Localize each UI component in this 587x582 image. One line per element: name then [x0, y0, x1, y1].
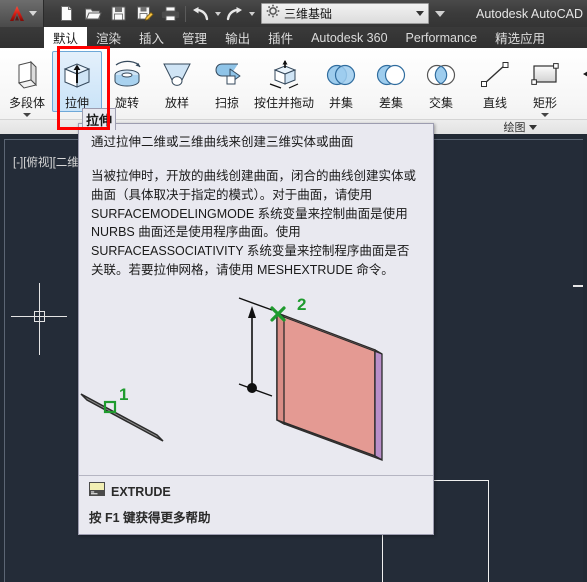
ribbon-button-polysolid[interactable]: 多段体 — [2, 51, 52, 118]
ribbon-button-label: 按住并拖动 — [253, 96, 314, 110]
ribbon-button-label: 旋转 — [114, 96, 139, 110]
tab-insert[interactable]: 插入 — [130, 27, 173, 48]
workspace-value: 三维基础 — [284, 7, 333, 21]
ribbon-button-union[interactable]: 并集 — [316, 51, 366, 112]
subtract-icon — [373, 57, 409, 93]
tooltip-description: 当被拉伸时，开放的曲线创建曲面，闭合的曲线创建实体或曲面（具体取决于指定的模式）… — [91, 169, 417, 277]
pickbox-cursor — [34, 311, 45, 322]
toolbar-separator — [185, 5, 186, 22]
window-title: Autodesk AutoCAD — [475, 6, 583, 21]
ribbon-button-loft[interactable]: 放样 — [152, 51, 202, 112]
extrude-icon — [59, 57, 95, 93]
tooltip-summary: 通过拉伸二维或三维曲线来创建三维实体或曲面 — [91, 135, 354, 149]
save-as-icon[interactable] — [132, 2, 157, 25]
tab-manage[interactable]: 管理 — [173, 27, 216, 48]
tab-addins[interactable]: 插件 — [259, 27, 302, 48]
application-menu-button[interactable] — [0, 0, 44, 27]
tooltip-illustration: 2 1 — [79, 286, 433, 475]
tooltip-extrude: 通过拉伸二维或三维曲线来创建三维实体或曲面 当被拉伸时，开放的曲线创建曲面，闭合… — [78, 123, 434, 535]
tab-featured-apps[interactable]: 精选应用 — [486, 27, 554, 48]
autocad-logo-icon — [7, 4, 27, 24]
ribbon-button-label: 矩形 — [532, 96, 557, 110]
ribbon-button-label: 多段体 — [8, 96, 45, 110]
autocad-window: 三维基础 Autodesk AutoCAD 默认 渲染 插入 管理 输出 插件 … — [0, 0, 587, 582]
sweep-icon — [209, 57, 245, 93]
ribbon-panel-draw: 直线 矩形 绘图 — [468, 48, 572, 134]
tab-performance[interactable]: Performance — [397, 27, 487, 48]
undo-chevron-down-icon[interactable] — [215, 11, 221, 16]
ribbon-button-label: 差集 — [378, 96, 403, 110]
open-file-icon[interactable] — [80, 2, 105, 25]
tab-render[interactable]: 渲染 — [87, 27, 130, 48]
line-icon — [477, 57, 513, 93]
undo-icon[interactable] — [188, 2, 213, 25]
ribbon-button-line[interactable]: 直线 — [470, 51, 520, 112]
redo-chevron-down-icon[interactable] — [249, 11, 255, 16]
polysolid-chevron-down-icon[interactable] — [23, 113, 31, 117]
ribbon-button-label: 放样 — [164, 96, 189, 110]
title-bar: 三维基础 Autodesk AutoCAD — [0, 0, 587, 27]
quick-access-toolbar — [54, 2, 255, 25]
ribbon-button-label: 并集 — [328, 96, 353, 110]
ribbon-panel-label — [572, 119, 587, 134]
ribbon-panel-modeling: 多段体 拉伸 旋转 放样 扫掠 按住并拖动 并集 差集 交集 — [0, 48, 468, 134]
tab-default[interactable]: 默认 — [44, 27, 88, 48]
qat-overflow-chevron-icon[interactable] — [435, 10, 445, 17]
ribbon-button-revolve[interactable]: 旋转 — [102, 51, 152, 112]
ribbon-button-label: 扫掠 — [214, 96, 239, 110]
loft-icon — [159, 57, 195, 93]
tooltip-title: 拉伸 — [82, 108, 117, 130]
draw-panel-chevron-down-icon[interactable] — [528, 124, 537, 130]
ribbon-button-label: 交集 — [428, 96, 453, 110]
ribbon-button-intersect[interactable]: 交集 — [416, 51, 466, 112]
ribbon-button-presspull[interactable]: 按住并拖动 — [252, 51, 316, 112]
ribbon-button-label: 直线 — [482, 96, 507, 110]
scrollbar-thumb[interactable] — [573, 285, 583, 287]
new-file-icon[interactable] — [54, 2, 79, 25]
intersect-icon — [423, 57, 459, 93]
union-icon — [323, 57, 359, 93]
presspull-icon — [266, 57, 302, 93]
ribbon-button-rectangle[interactable]: 矩形 — [520, 51, 570, 118]
app-menu-chevron-down-icon — [28, 11, 37, 16]
ribbon-panel-label-draw[interactable]: 绘图 — [468, 119, 572, 134]
rectangle-icon — [527, 57, 563, 93]
tooltip-help-hint: 按 F1 键获得更多帮助 — [89, 511, 211, 525]
rectangle-chevron-down-icon[interactable] — [541, 113, 549, 117]
ribbon-tab-bar: 默认 渲染 插入 管理 输出 插件 Autodesk 360 Performan… — [0, 27, 587, 48]
drawn-rectangle-edge — [488, 480, 489, 582]
ribbon-button-subtract[interactable]: 差集 — [366, 51, 416, 112]
revolve-icon — [109, 57, 145, 93]
ribbon-button-sweep[interactable]: 扫掠 — [202, 51, 252, 112]
illustration-label-2: 2 — [297, 295, 306, 314]
ribbon-button-move[interactable]: 移动 — [574, 51, 587, 118]
ribbon-button-extrude[interactable]: 拉伸 — [52, 51, 102, 112]
redo-icon[interactable] — [222, 2, 247, 25]
workspace-chevron-down-icon[interactable] — [416, 11, 424, 16]
plot-icon[interactable] — [158, 2, 183, 25]
illustration-label-1: 1 — [119, 385, 128, 404]
tab-output[interactable]: 输出 — [216, 27, 259, 48]
tab-autodesk-360[interactable]: Autodesk 360 — [302, 27, 396, 48]
workspace-switcher[interactable]: 三维基础 — [261, 3, 429, 24]
panel-label-text: 绘图 — [503, 122, 526, 134]
gear-icon — [266, 4, 280, 23]
polysolid-icon — [9, 57, 45, 93]
move-icon — [581, 57, 587, 93]
ribbon-panel-modify: 移动 偏移 — [572, 48, 587, 134]
viewport-label[interactable]: [-][俯视][二维 — [13, 154, 79, 170]
save-icon[interactable] — [106, 2, 131, 25]
